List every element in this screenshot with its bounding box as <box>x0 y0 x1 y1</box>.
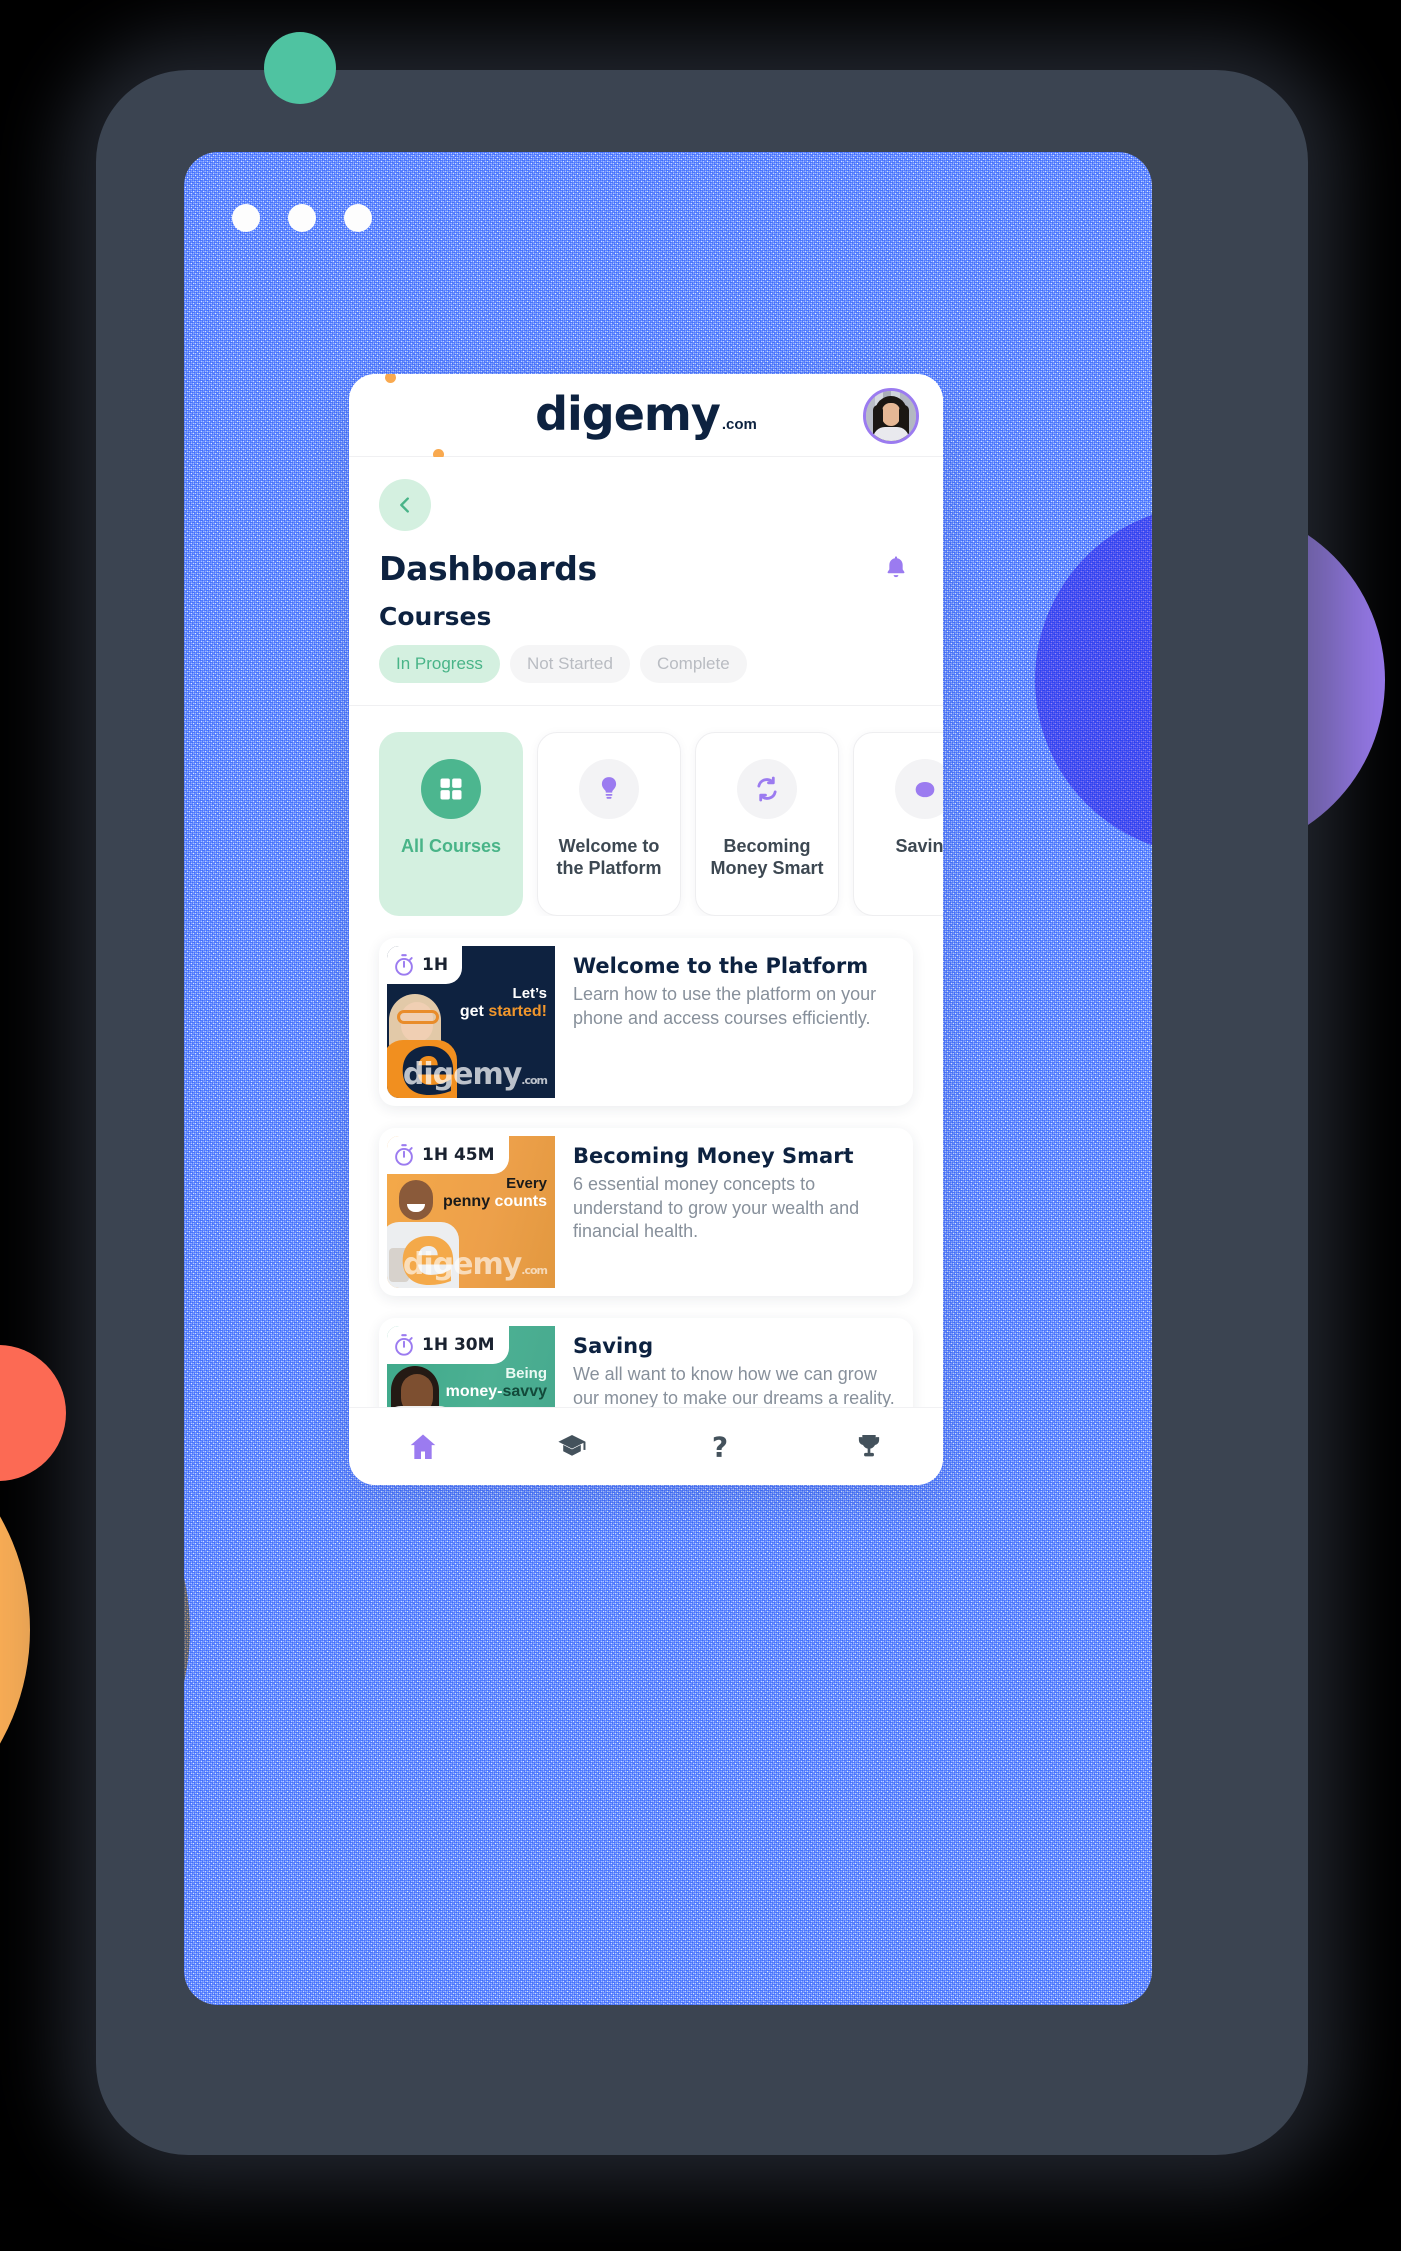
category-card-welcome-to-the-platform[interactable]: Welcome to the Platform <box>537 731 681 916</box>
brand-logo-dot-top <box>385 374 396 383</box>
category-carousel[interactable]: All Courses Welcome to the Platform Beco… <box>349 705 943 916</box>
category-label: Welcome to the Platform <box>556 835 662 879</box>
decorative-orange-overlay <box>184 1400 190 1860</box>
decorative-teal-circle <box>264 32 336 104</box>
screenshot-stage: digemy .com Dashboards Courses In Progre… <box>0 0 1401 2251</box>
window-traffic-lights[interactable] <box>232 204 372 232</box>
thumbnail-tagline: Every penny counts <box>442 1174 547 1211</box>
course-card-saving[interactable]: e Being money-savvy digemy.com <box>379 1317 913 1407</box>
category-card-all-courses[interactable]: All Courses <box>379 731 523 916</box>
category-list: All Courses Welcome to the Platform Beco… <box>379 731 943 916</box>
course-text: Becoming Money Smart 6 essential money c… <box>555 1128 913 1296</box>
grid-icon <box>440 778 462 800</box>
thumbnail-tagline-line2: penny counts <box>442 1192 547 1210</box>
section-title: Courses <box>379 601 492 631</box>
thumbnail-tagline-line1: Being <box>505 1364 547 1382</box>
question-mark-icon: ? <box>712 1431 728 1463</box>
course-description: 6 essential money concepts to understand… <box>573 1173 860 1242</box>
back-button[interactable] <box>379 478 431 531</box>
course-title: Welcome to the Platform <box>573 953 869 978</box>
decorative-coral-circle <box>0 1345 66 1481</box>
thumbnail-tagline-line1: Every <box>506 1174 547 1192</box>
avatar-shirt <box>873 427 909 441</box>
category-card-saving[interactable]: Saving <box>853 731 943 916</box>
course-description: We all want to know how we can grow our … <box>573 1363 895 1407</box>
thumbnail-watermark: digemy.com <box>402 1056 548 1092</box>
refresh-cycle-icon-wrap <box>737 758 797 819</box>
nav-help[interactable]: ? <box>690 1422 750 1472</box>
course-duration-badge: 1H 30M <box>387 1325 509 1364</box>
course-status-filters: In Progress Not Started Complete <box>379 644 913 705</box>
avatar-face <box>882 403 900 426</box>
bottom-navigation: ? <box>349 1407 943 1485</box>
course-thumbnail: e Every penny counts digemy.com 1H 45M <box>387 1135 555 1288</box>
course-duration-text: 1H <box>422 954 449 975</box>
piggy-bank-icon <box>915 781 935 798</box>
category-label: Saving <box>895 835 943 856</box>
course-title: Saving <box>573 1333 654 1358</box>
filter-complete[interactable]: Complete <box>639 644 747 683</box>
page-heading-block: Dashboards Courses In Progress Not Start… <box>349 456 943 705</box>
home-icon <box>410 1433 436 1459</box>
browser-window: digemy .com Dashboards Courses In Progre… <box>184 152 1152 2005</box>
refresh-cycle-icon <box>757 776 777 802</box>
nav-courses[interactable] <box>542 1422 602 1472</box>
chevron-left-icon <box>400 497 409 513</box>
course-list: e Let’s get started! digemy.com 1H Welco… <box>349 916 943 1407</box>
page-title: Dashboards <box>379 548 597 588</box>
course-title: Becoming Money Smart <box>573 1143 854 1168</box>
course-thumbnail: e Let’s get started! digemy.com 1H <box>387 945 555 1098</box>
course-duration-badge: 1H 45M <box>387 1135 509 1174</box>
category-card-becoming-money-smart[interactable]: Becoming Money Smart <box>695 731 839 916</box>
nav-home[interactable] <box>393 1422 453 1472</box>
stopwatch-icon <box>395 954 413 976</box>
window-maximize-dot[interactable] <box>344 204 372 232</box>
grid-icon-wrap <box>421 758 481 819</box>
svg-text:?: ? <box>712 1431 728 1463</box>
course-text: Welcome to the Platform Learn how to use… <box>555 938 913 1106</box>
lightbulb-icon-wrap <box>579 758 639 819</box>
nav-achievements[interactable] <box>839 1422 899 1472</box>
bell-icon <box>887 556 905 578</box>
stopwatch-icon <box>395 1144 413 1166</box>
window-close-dot[interactable] <box>232 204 260 232</box>
brand-logo: digemy .com <box>385 374 757 460</box>
category-label: All Courses <box>400 835 502 856</box>
course-duration-text: 1H 30M <box>422 1334 495 1355</box>
course-description: Learn how to use the platform on your ph… <box>573 983 877 1028</box>
course-card-becoming-money-smart[interactable]: e Every penny counts digemy.com 1H 45M B… <box>379 1127 913 1296</box>
piggy-bank-icon-wrap <box>895 758 943 819</box>
app-screen: digemy .com Dashboards Courses In Progre… <box>349 374 943 1485</box>
graduation-cap-icon <box>558 1434 586 1456</box>
filter-in-progress[interactable]: In Progress <box>379 644 500 683</box>
app-header: digemy .com <box>349 374 943 460</box>
avatar[interactable] <box>863 388 919 444</box>
title-row: Dashboards <box>379 549 913 588</box>
window-minimize-dot[interactable] <box>288 204 316 232</box>
decorative-purple-overlay <box>1035 505 1152 855</box>
thumbnail-tagline-line2: money-savvy <box>445 1382 547 1400</box>
brand-logo-text: digemy <box>535 387 721 442</box>
filter-not-started[interactable]: Not Started <box>509 644 630 683</box>
thumbnail-tagline-line2: get started! <box>459 1002 547 1020</box>
thumbnail-tagline: Being money-savvy <box>445 1364 547 1401</box>
thumbnail-e-mark: e <box>399 1402 457 1407</box>
trophy-icon <box>858 1434 879 1456</box>
thumbnail-tagline-line1: Let’s <box>512 984 547 1002</box>
course-card-welcome-to-the-platform[interactable]: e Let’s get started! digemy.com 1H Welco… <box>379 937 913 1106</box>
lightbulb-icon <box>601 777 617 799</box>
course-duration-text: 1H 45M <box>422 1144 495 1165</box>
app-body: Dashboards Courses In Progress Not Start… <box>349 456 943 1407</box>
course-thumbnail: e Being money-savvy digemy.com <box>387 1325 555 1407</box>
notifications-button[interactable] <box>879 551 913 585</box>
course-duration-badge: 1H <box>387 945 463 984</box>
thumbnail-tagline: Let’s get started! <box>459 984 547 1021</box>
stopwatch-icon <box>395 1334 413 1356</box>
category-label: Becoming Money Smart <box>710 835 824 879</box>
brand-logo-suffix: .com <box>721 415 757 433</box>
course-text: Saving We all want to know how we can gr… <box>555 1318 913 1407</box>
thumbnail-watermark: digemy.com <box>402 1246 548 1282</box>
